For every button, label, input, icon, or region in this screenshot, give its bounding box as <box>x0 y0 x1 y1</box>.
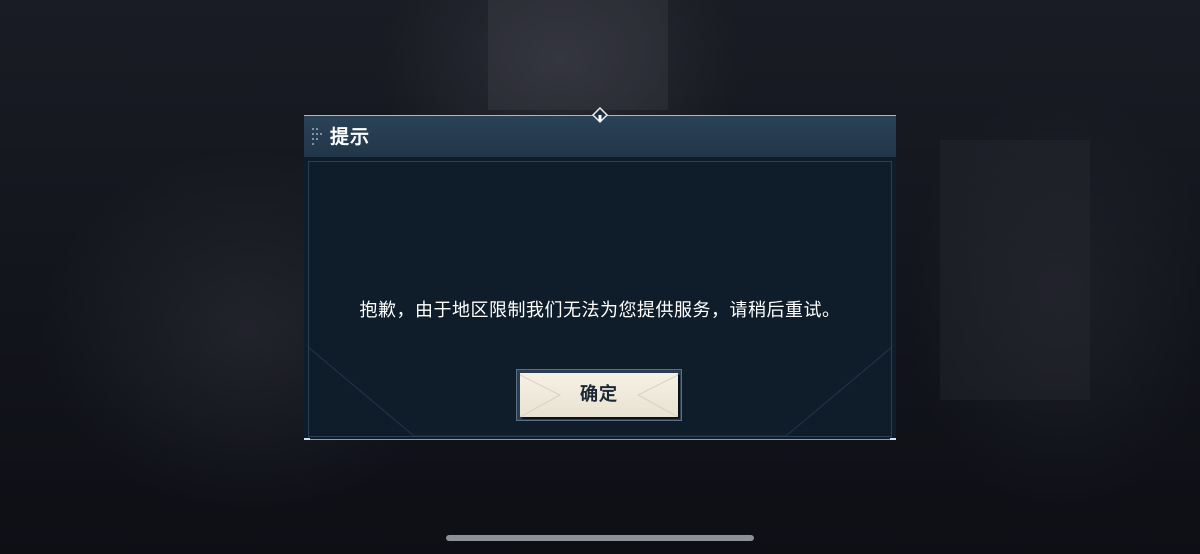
confirm-button-label[interactable]: 确定 <box>520 373 678 417</box>
home-indicator-bar[interactable] <box>446 535 754 541</box>
grip-dots-icon <box>312 128 322 145</box>
notice-dialog: 提示 抱歉，由于地区限制我们无法为您提供服务，请稍后重试。 确定 <box>304 107 896 440</box>
dialog-title: 提示 <box>330 126 371 148</box>
confirm-button-face[interactable]: 确定 <box>520 373 678 417</box>
dialog-message: 抱歉，由于地区限制我们无法为您提供服务，请稍后重试。 <box>359 300 841 321</box>
game-background: 提示 抱歉，由于地区限制我们无法为您提供服务，请稍后重试。 确定 <box>0 0 1200 554</box>
corner-tick-left <box>304 438 310 440</box>
corner-tick-right <box>890 438 896 440</box>
diamond-ornament-icon <box>591 107 609 124</box>
confirm-button[interactable]: 确定 <box>516 369 682 421</box>
